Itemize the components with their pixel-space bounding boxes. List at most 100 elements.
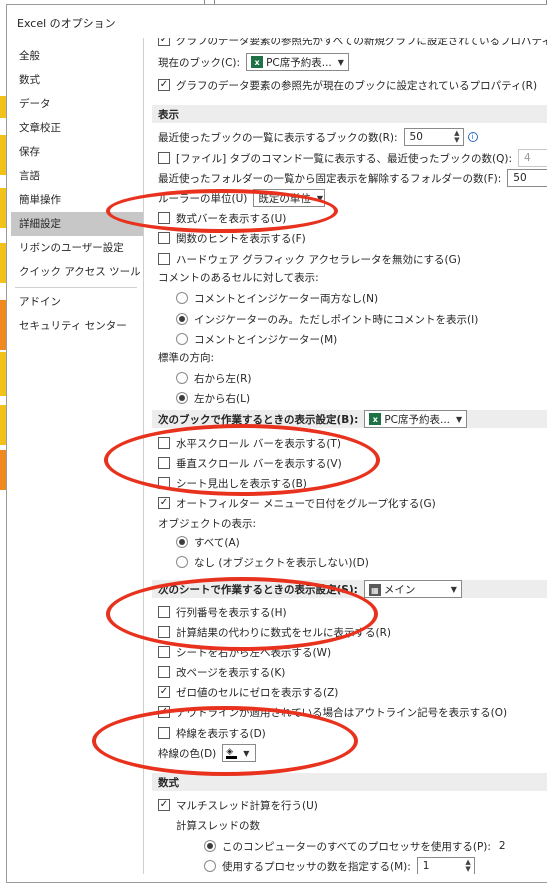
checkbox-unchecked[interactable]: [158, 212, 170, 224]
zero-values-row[interactable]: ✓ ゼロ値のセルにゼロを表示する(Z): [158, 682, 338, 702]
formula-bar-row[interactable]: 数式バーを表示する(U): [158, 208, 286, 228]
comment-option-indicator[interactable]: インジケーターのみ。ただしポイント時にコメントを表示(I): [176, 309, 478, 329]
checkbox-checked[interactable]: ✓: [158, 497, 170, 509]
radio-selected[interactable]: [176, 313, 188, 325]
sidebar-item-trust-center[interactable]: セキュリティ センター: [11, 314, 143, 338]
checkbox-unchecked[interactable]: [158, 152, 170, 164]
radio-selected[interactable]: [176, 392, 188, 404]
sidebar-item-advanced[interactable]: 詳細設定: [11, 212, 143, 236]
threads-label: 計算スレッドの数: [176, 819, 260, 832]
outline-row[interactable]: ✓ アウトラインが適用されている場合はアウトライン記号を表示する(O): [158, 702, 507, 722]
checkbox-checked[interactable]: ✓: [158, 38, 170, 46]
sidebar-item-formulas[interactable]: 数式: [11, 68, 143, 92]
radio-selected[interactable]: [176, 536, 188, 548]
chevron-down-icon: ▼: [316, 193, 324, 203]
recent-folders-spinner[interactable]: 50 ▲▼: [507, 169, 547, 187]
spinner-arrows-icon[interactable]: ▲ ▼: [454, 130, 459, 144]
h-scroll-row[interactable]: 水平スクロール バーを表示する(T): [158, 433, 341, 453]
radio-unselected[interactable]: [176, 292, 188, 304]
direction-label: 標準の方向:: [158, 351, 215, 364]
checkbox-unchecked[interactable]: [158, 646, 170, 658]
chevron-down-icon: ▼: [450, 584, 457, 594]
chart-current-book-props-row[interactable]: ✓ グラフのデータ要素の参照先が現在のブックに設定されているプロパティ(R): [158, 75, 537, 95]
radio-unselected[interactable]: [204, 860, 216, 872]
page-breaks-row[interactable]: 改ページを表示する(K): [158, 662, 285, 682]
hardware-accel-row[interactable]: ハードウェア グラフィック アクセラレータを無効にする(G): [158, 249, 461, 269]
direction-rtl[interactable]: 右から左(R): [176, 368, 252, 388]
recent-folders-row: 最近使ったフォルダーの一覧から固定表示を解除するフォルダーの数(F): 50 ▲…: [158, 169, 547, 187]
checkbox-unchecked[interactable]: [158, 477, 170, 489]
all-processors-row[interactable]: このコンピューターのすべてのプロセッサを使用する(P): 2: [204, 836, 506, 856]
grid-color-picker[interactable]: ◈ ▼: [222, 744, 257, 762]
autofilter-row[interactable]: ✓ オートフィルター メニューで日付をグループ化する(G): [158, 493, 436, 513]
objects-none[interactable]: なし (オブジェクトを表示しない)(D): [176, 552, 369, 572]
section-header-formulas: 数式: [152, 773, 547, 791]
sidebar-item-general[interactable]: 全般: [11, 44, 143, 68]
comment-option-none[interactable]: コメントとインジケーター両方なし(N): [176, 288, 378, 308]
section-header-sheet-display: 次のシートで作業するときの表示設定(S): ▦ メイン ▼: [152, 580, 547, 598]
checkbox-unchecked[interactable]: [158, 457, 170, 469]
quick-access-books-row[interactable]: [ファイル] タブのコマンド一覧に表示する、最近使ったブックの数(Q): 4 ▲…: [158, 148, 547, 168]
ruler-units-row: ルーラーの単位(U) 既定の単位 ▼: [158, 189, 326, 207]
excel-options-dialog: Excel のオプション 全般 数式 データ 文章校正 保存 言語 簡単操作 詳…: [6, 4, 547, 883]
sidebar-item-proofing[interactable]: 文章校正: [11, 116, 143, 140]
sidebar-item-addins[interactable]: アドイン: [11, 290, 143, 314]
sidebar-item-data[interactable]: データ: [11, 92, 143, 116]
checkbox-checked[interactable]: ✓: [158, 79, 170, 91]
checkbox-checked[interactable]: ✓: [158, 686, 170, 698]
sidebar-item-quick-access-toolbar[interactable]: クイック アクセス ツール バー: [11, 260, 143, 284]
sidebar-divider: [15, 287, 137, 288]
sidebar-item-language[interactable]: 言語: [11, 164, 143, 188]
manual-processors-spinner[interactable]: 1 ▲ ▼: [416, 857, 475, 874]
section-header-display: 表示: [152, 105, 547, 123]
checkbox-unchecked[interactable]: [158, 666, 170, 678]
sheet-icon: ▦: [368, 584, 381, 596]
excel-file-icon: x: [369, 413, 382, 425]
chevron-down-icon: ▼: [243, 748, 250, 758]
spinner-arrows-icon[interactable]: ▲ ▼: [465, 859, 470, 873]
checkbox-unchecked[interactable]: [158, 626, 170, 638]
checkbox-checked[interactable]: ✓: [158, 706, 170, 718]
recent-books-spinner[interactable]: 50 ▲ ▼: [403, 128, 464, 146]
checkbox-unchecked[interactable]: [158, 727, 170, 739]
comments-label: コメントのあるセルに対して表示:: [158, 271, 319, 284]
multithread-row[interactable]: ✓ マルチスレッド計算を行う(U): [158, 795, 318, 815]
v-scroll-row[interactable]: 垂直スクロール バーを表示する(V): [158, 453, 342, 473]
sidebar-item-save[interactable]: 保存: [11, 140, 143, 164]
checkbox-unchecked[interactable]: [158, 253, 170, 265]
checkbox-checked[interactable]: ✓: [158, 799, 170, 811]
show-formulas-row[interactable]: 計算結果の代わりに数式をセルに表示する(R): [158, 622, 391, 642]
row-col-headers-row[interactable]: 行列番号を表示する(H): [158, 602, 287, 622]
radio-unselected[interactable]: [176, 556, 188, 568]
checkbox-unchecked[interactable]: [158, 232, 170, 244]
current-book-row: 現在のブック(C): x PC席予約表... ▼: [158, 53, 349, 71]
objects-all[interactable]: すべて(A): [176, 532, 240, 552]
chart-all-props-row[interactable]: ✓ グラフのデータ要素の参照先がすべての新規グラフに設定されているプロパティ(E…: [158, 38, 547, 50]
grid-color-row: 枠線の色(D) ◈ ▼: [158, 744, 257, 762]
gridlines-row[interactable]: 枠線を表示する(D): [158, 723, 266, 743]
objects-label: オブジェクトの表示:: [158, 517, 257, 530]
radio-unselected[interactable]: [176, 372, 188, 384]
sidebar-item-accessibility[interactable]: 簡単操作: [11, 188, 143, 212]
ruler-units-dropdown[interactable]: 既定の単位 ▼: [253, 189, 326, 207]
section-header-book-display: 次のブックで作業するときの表示設定(B): x PC席予約表... ▼: [152, 410, 547, 428]
radio-selected[interactable]: [204, 840, 216, 852]
radio-unselected[interactable]: [176, 333, 188, 345]
sheet-display-dropdown[interactable]: ▦ メイン ▼: [363, 580, 462, 598]
function-tips-row[interactable]: 関数のヒントを表示する(F): [158, 228, 306, 248]
current-book-dropdown[interactable]: x PC席予約表... ▼: [246, 53, 349, 71]
checkbox-unchecked[interactable]: [158, 437, 170, 449]
manual-processors-row[interactable]: 使用するプロセッサの数を指定する(M): 1 ▲ ▼: [204, 856, 475, 874]
excel-file-icon: x: [251, 56, 264, 68]
sidebar-item-customize-ribbon[interactable]: リボンのユーザー設定: [11, 236, 143, 260]
rtl-sheet-row[interactable]: シートを右から左へ表示する(W): [158, 642, 331, 662]
comment-option-both[interactable]: コメントとインジケーター(M): [176, 329, 337, 349]
checkbox-unchecked[interactable]: [158, 606, 170, 618]
dialog-title: Excel のオプション: [17, 17, 116, 30]
paint-bucket-icon: ◈: [226, 747, 238, 759]
sheet-tabs-row[interactable]: シート見出しを表示する(B): [158, 473, 307, 493]
direction-ltr[interactable]: 左から右(L): [176, 388, 250, 408]
chevron-down-icon: ▼: [337, 57, 344, 67]
quick-access-books-spinner[interactable]: 4 ▲▼: [518, 149, 547, 167]
book-display-dropdown[interactable]: x PC席予約表... ▼: [364, 410, 468, 428]
